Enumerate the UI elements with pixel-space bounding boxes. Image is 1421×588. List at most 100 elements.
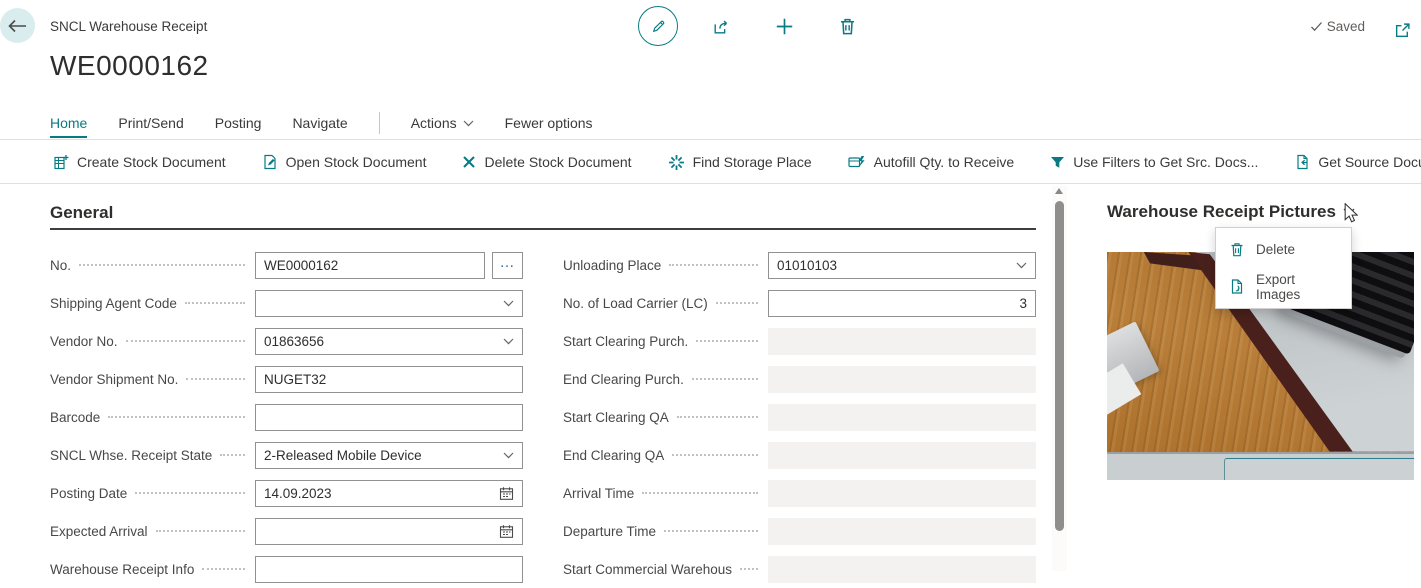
arrow-left-icon (8, 19, 27, 33)
expected-arrival-input[interactable] (255, 518, 523, 545)
field-label: Posting Date (50, 486, 127, 501)
scrollbar-up-arrow[interactable] (1055, 188, 1063, 194)
posting-date-input[interactable]: 14.09.2023 (255, 480, 523, 507)
open-stock-document-button[interactable]: Open Stock Document (262, 154, 427, 170)
no-input[interactable]: WE0000162 (255, 252, 485, 279)
command-label: Use Filters to Get Src. Docs... (1073, 154, 1258, 170)
export-image-icon (1229, 278, 1245, 295)
x-icon (462, 155, 476, 169)
field-label: End Clearing Purch. (563, 372, 684, 387)
menu-item-export-images[interactable]: Export Images (1216, 268, 1351, 305)
tab-navigate[interactable]: Navigate (292, 115, 347, 131)
end-clearing-purch-field (768, 366, 1036, 393)
start-commercial-warehous-field (768, 556, 1036, 583)
field-label: Shipping Agent Code (50, 296, 177, 311)
tab-actions[interactable]: Actions (411, 115, 474, 131)
chevron-down-icon[interactable] (503, 452, 514, 459)
scrollbar-thumb[interactable] (1055, 201, 1064, 531)
dotted-leader (108, 416, 245, 418)
pictures-context-menu: Delete Export Images (1215, 227, 1352, 309)
pictures-panel-header[interactable]: Warehouse Receipt Pictures (1107, 202, 1355, 222)
trash-icon (1229, 241, 1245, 258)
find-storage-place-button[interactable]: Find Storage Place (668, 154, 812, 171)
field-row: Vendor No. 01863656 (50, 322, 523, 360)
use-filters-to-get-src-docs-button[interactable]: Use Filters to Get Src. Docs... (1050, 154, 1258, 170)
create-stock-document-button[interactable]: Create Stock Document (53, 154, 226, 170)
field-value: 01010103 (777, 258, 1010, 273)
dotted-leader (669, 264, 758, 266)
document-add-icon (53, 154, 69, 170)
tab-label: Print/Send (118, 115, 183, 131)
command-label: Get Source Documents... (1318, 154, 1421, 170)
field-row: Departure Time (563, 512, 1036, 550)
field-row: End Clearing Purch. (563, 360, 1036, 398)
back-button[interactable] (0, 8, 35, 43)
departure-time-field (768, 518, 1036, 545)
tab-home[interactable]: Home (50, 115, 87, 131)
start-clearing-purch-field (768, 328, 1036, 355)
chevron-down-icon (1343, 208, 1355, 216)
field-value: WE0000162 (264, 258, 476, 273)
shipping-agent-code-input[interactable] (255, 290, 523, 317)
field-row: Barcode (50, 398, 523, 436)
delete-record-button[interactable] (827, 6, 867, 46)
field-label: Arrival Time (563, 486, 634, 501)
field-value: NUGET32 (264, 372, 514, 387)
get-source-documents-button[interactable]: Get Source Documents... (1294, 154, 1421, 170)
menu-item-label: Export Images (1256, 272, 1338, 302)
field-row: No. of Load Carrier (LC) 3 (563, 284, 1036, 322)
field-label: Expected Arrival (50, 524, 148, 539)
share-icon (711, 16, 732, 37)
autofill-qty-to-receive-button[interactable]: Autofill Qty. to Receive (848, 154, 1015, 170)
page-title: WE0000162 (50, 50, 209, 82)
tab-label: Posting (215, 115, 262, 131)
vertical-scrollbar[interactable] (1052, 186, 1067, 571)
edit-button[interactable] (638, 6, 678, 46)
tab-posting[interactable]: Posting (215, 115, 262, 131)
tab-print-send[interactable]: Print/Send (118, 115, 183, 131)
calendar-icon[interactable] (499, 524, 514, 539)
field-label: Vendor Shipment No. (50, 372, 178, 387)
field-label: Departure Time (563, 524, 656, 539)
dotted-leader (716, 302, 758, 304)
chevron-down-icon[interactable] (1016, 262, 1027, 269)
dotted-leader (642, 492, 758, 494)
share-button[interactable] (701, 6, 741, 46)
chevron-down-icon (463, 120, 474, 127)
dotted-leader (672, 454, 758, 456)
open-in-new-window-button[interactable] (1389, 17, 1415, 43)
tab-divider (379, 112, 380, 134)
warehouse-receipt-info-input[interactable] (255, 556, 523, 583)
tab-fewer-options[interactable]: Fewer options (505, 115, 593, 131)
new-record-button[interactable] (764, 6, 804, 46)
menu-item-delete[interactable]: Delete (1216, 231, 1351, 268)
photo-tablet-edge (1224, 458, 1414, 480)
no-of-load-carrier-lc-input[interactable]: 3 (768, 290, 1036, 317)
field-label: Warehouse Receipt Info (50, 562, 194, 577)
general-left-column: No. WE0000162… Shipping Agent Code Vendo… (50, 246, 523, 588)
chevron-down-icon[interactable] (503, 338, 514, 345)
calendar-icon[interactable] (499, 486, 514, 501)
dotted-leader (692, 378, 758, 380)
chevron-down-icon[interactable] (503, 300, 514, 307)
sncl-whse-receipt-state-input[interactable]: 2-Released Mobile Device (255, 442, 523, 469)
unloading-place-input[interactable]: 01010103 (768, 252, 1036, 279)
field-label: SNCL Whse. Receipt State (50, 448, 212, 463)
dotted-leader (185, 302, 245, 304)
field-value: 01863656 (264, 334, 497, 349)
arrival-time-field (768, 480, 1036, 507)
divider (0, 139, 1421, 140)
document-import-icon (1294, 154, 1310, 170)
field-row: Shipping Agent Code (50, 284, 523, 322)
field-label: Barcode (50, 410, 100, 425)
delete-stock-document-button[interactable]: Delete Stock Document (462, 154, 631, 170)
pictures-panel-title: Warehouse Receipt Pictures (1107, 202, 1336, 222)
vendor-no-input[interactable]: 01863656 (255, 328, 523, 355)
assist-edit-button[interactable]: … (492, 252, 523, 279)
field-value: 2-Released Mobile Device (264, 448, 497, 463)
tab-label: Navigate (292, 115, 347, 131)
save-status-label: Saved (1327, 19, 1365, 34)
barcode-input[interactable] (255, 404, 523, 431)
dotted-leader (79, 264, 245, 266)
vendor-shipment-no-input[interactable]: NUGET32 (255, 366, 523, 393)
